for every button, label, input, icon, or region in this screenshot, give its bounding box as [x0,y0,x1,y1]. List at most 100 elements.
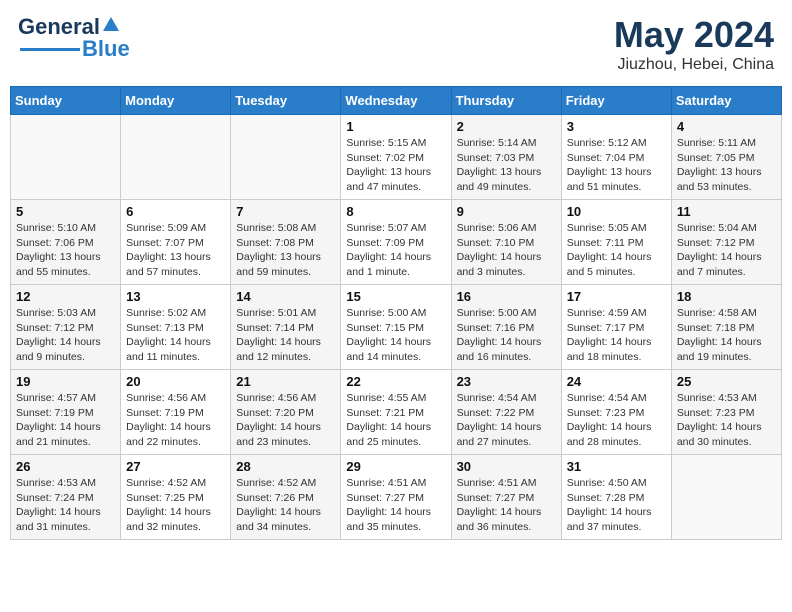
day-number: 6 [126,204,225,219]
calendar-cell: 28 Sunrise: 4:52 AMSunset: 7:26 PMDayligh… [231,455,341,540]
day-info: Sunrise: 4:55 AMSunset: 7:21 PMDaylight:… [346,391,445,450]
day-number: 31 [567,459,666,474]
calendar-cell: 9 Sunrise: 5:06 AMSunset: 7:10 PMDaylight… [451,200,561,285]
calendar-table: Sunday Monday Tuesday Wednesday Thursday… [10,86,782,540]
calendar-cell: 26 Sunrise: 4:53 AMSunset: 7:24 PMDayligh… [11,455,121,540]
day-number: 7 [236,204,335,219]
day-info: Sunrise: 4:53 AMSunset: 7:24 PMDaylight:… [16,476,115,535]
day-number: 24 [567,374,666,389]
day-info: Sunrise: 5:10 AMSunset: 7:06 PMDaylight:… [16,221,115,280]
day-info: Sunrise: 4:58 AMSunset: 7:18 PMDaylight:… [677,306,776,365]
day-info: Sunrise: 5:15 AMSunset: 7:02 PMDaylight:… [346,136,445,195]
day-number: 17 [567,289,666,304]
day-info: Sunrise: 5:07 AMSunset: 7:09 PMDaylight:… [346,221,445,280]
day-info: Sunrise: 5:04 AMSunset: 7:12 PMDaylight:… [677,221,776,280]
day-info: Sunrise: 4:51 AMSunset: 7:27 PMDaylight:… [346,476,445,535]
day-number: 26 [16,459,115,474]
calendar-cell: 12 Sunrise: 5:03 AMSunset: 7:12 PMDayligh… [11,285,121,370]
day-number: 28 [236,459,335,474]
logo-blue: Blue [82,36,130,62]
calendar-cell: 5Sunrise: 5:10 AMSunset: 7:06 PMDaylight… [11,200,121,285]
calendar-cell: 7 Sunrise: 5:08 AMSunset: 7:08 PMDaylight… [231,200,341,285]
calendar-cell: 8 Sunrise: 5:07 AMSunset: 7:09 PMDaylight… [341,200,451,285]
calendar-cell [11,115,121,200]
day-info: Sunrise: 5:01 AMSunset: 7:14 PMDaylight:… [236,306,335,365]
day-info: Sunrise: 4:59 AMSunset: 7:17 PMDaylight:… [567,306,666,365]
day-number: 12 [16,289,115,304]
day-number: 16 [457,289,556,304]
location: Jiuzhou, Hebei, China [614,56,774,74]
calendar-cell: 19Sunrise: 4:57 AMSunset: 7:19 PMDayligh… [11,370,121,455]
day-info: Sunrise: 5:12 AMSunset: 7:04 PMDaylight:… [567,136,666,195]
calendar-cell: 22 Sunrise: 4:55 AMSunset: 7:21 PMDayligh… [341,370,451,455]
calendar-cell: 21 Sunrise: 4:56 AMSunset: 7:20 PMDayligh… [231,370,341,455]
day-info: Sunrise: 5:02 AMSunset: 7:13 PMDaylight:… [126,306,225,365]
calendar-cell: 17 Sunrise: 4:59 AMSunset: 7:17 PMDayligh… [561,285,671,370]
day-info: Sunrise: 4:50 AMSunset: 7:28 PMDaylight:… [567,476,666,535]
day-number: 20 [126,374,225,389]
day-info: Sunrise: 5:05 AMSunset: 7:11 PMDaylight:… [567,221,666,280]
day-number: 2 [457,119,556,134]
day-number: 23 [457,374,556,389]
calendar-cell: 10Sunrise: 5:05 AMSunset: 7:11 PMDayligh… [561,200,671,285]
day-info: Sunrise: 5:09 AMSunset: 7:07 PMDaylight:… [126,221,225,280]
calendar-cell: 15 Sunrise: 5:00 AMSunset: 7:15 PMDayligh… [341,285,451,370]
calendar-cell: 24 Sunrise: 4:54 AMSunset: 7:23 PMDayligh… [561,370,671,455]
day-number: 15 [346,289,445,304]
col-wednesday: Wednesday [341,87,451,115]
calendar-cell: 6 Sunrise: 5:09 AMSunset: 7:07 PMDaylight… [121,200,231,285]
calendar-cell: 30 Sunrise: 4:51 AMSunset: 7:27 PMDayligh… [451,455,561,540]
day-number: 11 [677,204,776,219]
logo-icon [101,15,121,35]
day-info: Sunrise: 4:54 AMSunset: 7:22 PMDaylight:… [457,391,556,450]
day-info: Sunrise: 4:54 AMSunset: 7:23 PMDaylight:… [567,391,666,450]
day-number: 22 [346,374,445,389]
day-info: Sunrise: 4:56 AMSunset: 7:20 PMDaylight:… [236,391,335,450]
day-number: 13 [126,289,225,304]
day-number: 3 [567,119,666,134]
calendar-cell [231,115,341,200]
calendar-cell: 11 Sunrise: 5:04 AMSunset: 7:12 PMDayligh… [671,200,781,285]
calendar-cell: 18Sunrise: 4:58 AMSunset: 7:18 PMDayligh… [671,285,781,370]
day-number: 4 [677,119,776,134]
day-info: Sunrise: 5:08 AMSunset: 7:08 PMDaylight:… [236,221,335,280]
day-number: 9 [457,204,556,219]
day-number: 30 [457,459,556,474]
calendar-cell: 3 Sunrise: 5:12 AMSunset: 7:04 PMDaylight… [561,115,671,200]
week-row-3: 12 Sunrise: 5:03 AMSunset: 7:12 PMDayligh… [11,285,782,370]
week-row-4: 19Sunrise: 4:57 AMSunset: 7:19 PMDayligh… [11,370,782,455]
day-info: Sunrise: 4:52 AMSunset: 7:26 PMDaylight:… [236,476,335,535]
day-info: Sunrise: 4:56 AMSunset: 7:19 PMDaylight:… [126,391,225,450]
day-info: Sunrise: 4:51 AMSunset: 7:27 PMDaylight:… [457,476,556,535]
calendar-cell [121,115,231,200]
day-info: Sunrise: 5:11 AMSunset: 7:05 PMDaylight:… [677,136,776,195]
calendar-cell: 29Sunrise: 4:51 AMSunset: 7:27 PMDayligh… [341,455,451,540]
calendar-cell: 31 Sunrise: 4:50 AMSunset: 7:28 PMDayligh… [561,455,671,540]
day-info: Sunrise: 5:14 AMSunset: 7:03 PMDaylight:… [457,136,556,195]
title-area: May 2024 Jiuzhou, Hebei, China [614,14,774,74]
day-number: 1 [346,119,445,134]
calendar-cell: 25Sunrise: 4:53 AMSunset: 7:23 PMDayligh… [671,370,781,455]
calendar-cell: 2 Sunrise: 5:14 AMSunset: 7:03 PMDaylight… [451,115,561,200]
logo: General Blue [18,14,130,62]
calendar-cell: 20 Sunrise: 4:56 AMSunset: 7:19 PMDayligh… [121,370,231,455]
calendar-cell: 16 Sunrise: 5:00 AMSunset: 7:16 PMDayligh… [451,285,561,370]
col-thursday: Thursday [451,87,561,115]
page-header: General Blue May 2024 Jiuzhou, Hebei, Ch… [10,10,782,78]
day-info: Sunrise: 5:00 AMSunset: 7:15 PMDaylight:… [346,306,445,365]
day-info: Sunrise: 5:00 AMSunset: 7:16 PMDaylight:… [457,306,556,365]
day-number: 14 [236,289,335,304]
day-info: Sunrise: 4:53 AMSunset: 7:23 PMDaylight:… [677,391,776,450]
day-info: Sunrise: 5:03 AMSunset: 7:12 PMDaylight:… [16,306,115,365]
day-number: 8 [346,204,445,219]
calendar-cell: 23 Sunrise: 4:54 AMSunset: 7:22 PMDayligh… [451,370,561,455]
month-title: May 2024 [614,14,774,56]
calendar-cell: 13 Sunrise: 5:02 AMSunset: 7:13 PMDayligh… [121,285,231,370]
calendar-cell: 1 Sunrise: 5:15 AMSunset: 7:02 PMDaylight… [341,115,451,200]
week-row-5: 26 Sunrise: 4:53 AMSunset: 7:24 PMDayligh… [11,455,782,540]
day-number: 21 [236,374,335,389]
calendar-cell [671,455,781,540]
col-sunday: Sunday [11,87,121,115]
day-info: Sunrise: 4:57 AMSunset: 7:19 PMDaylight:… [16,391,115,450]
day-info: Sunrise: 5:06 AMSunset: 7:10 PMDaylight:… [457,221,556,280]
